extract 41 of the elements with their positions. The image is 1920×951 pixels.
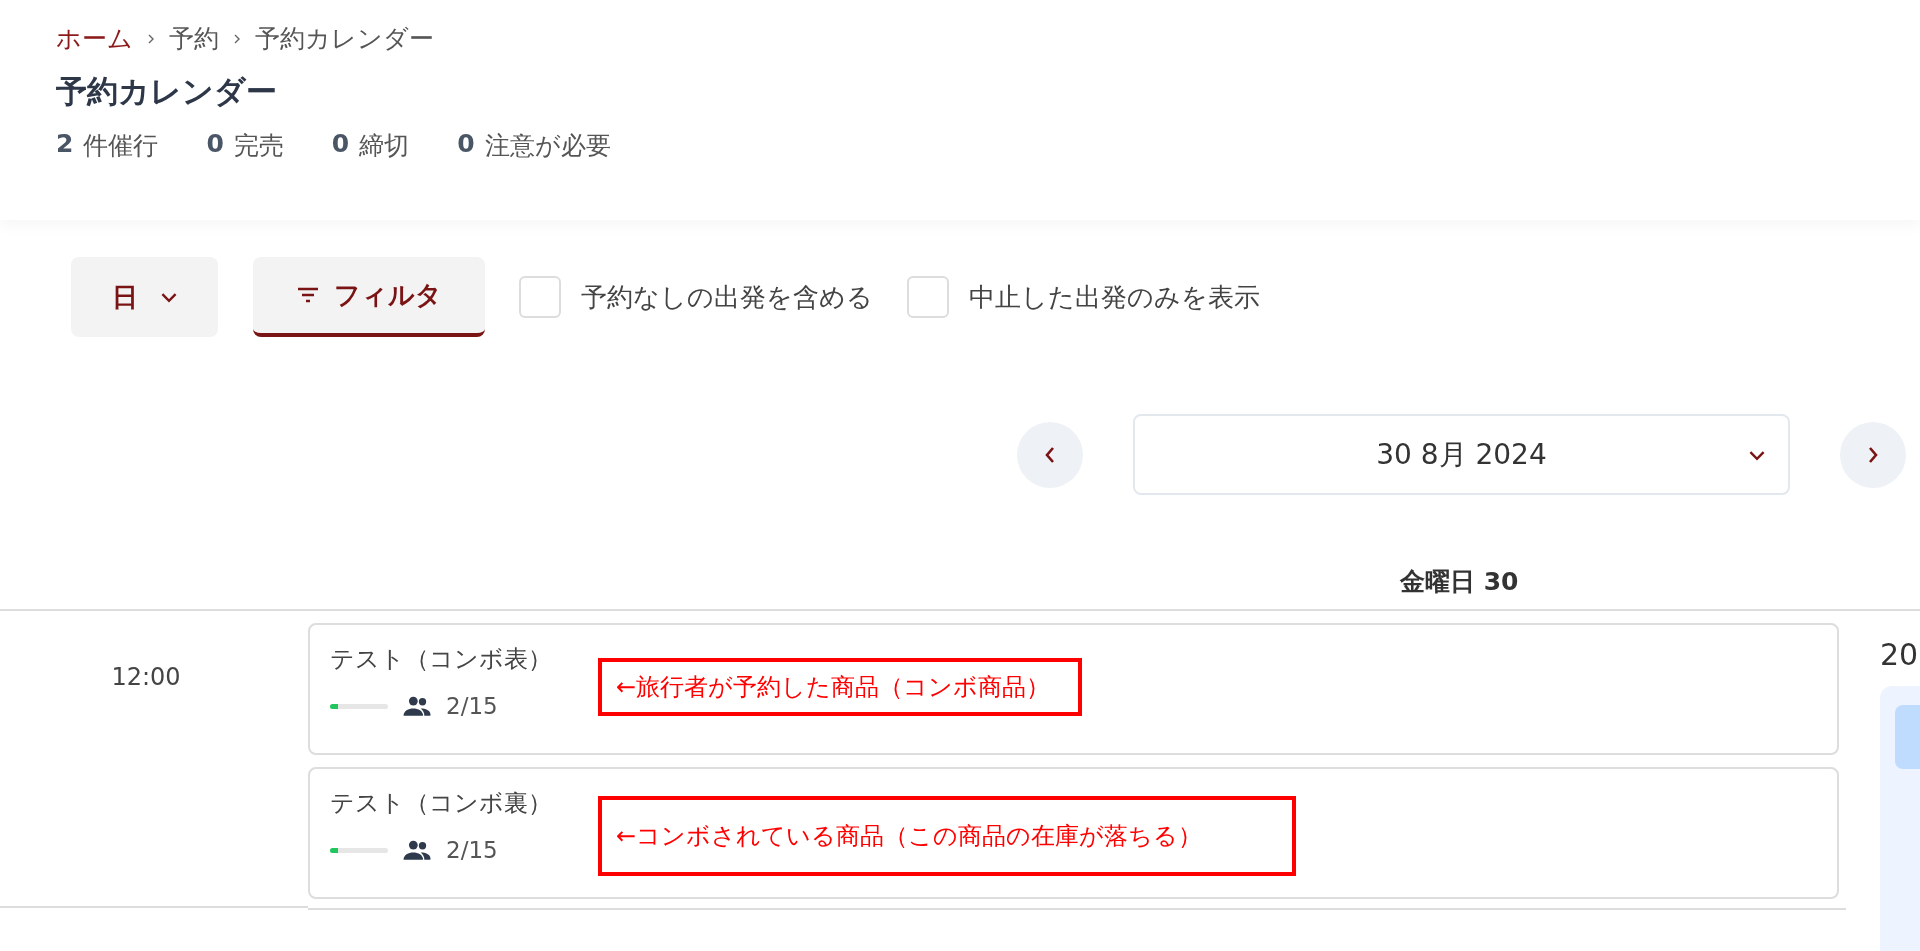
- capacity-text: 2/15: [446, 693, 498, 719]
- chevron-right-icon: [1867, 445, 1879, 464]
- filter-button[interactable]: フィルタ: [253, 257, 485, 337]
- breadcrumb-item: 予約カレンダー: [255, 23, 434, 55]
- event-title: テスト（コンボ裏）: [330, 788, 553, 819]
- stat-value: 0: [331, 129, 350, 160]
- chevron-down-icon: [159, 291, 178, 303]
- view-select[interactable]: 日: [71, 257, 218, 337]
- chevron-icon: [147, 32, 155, 45]
- stat-value: 2: [56, 129, 74, 160]
- annotation-text: ←コンボされている商品（この商品の在庫が落ちる）: [616, 821, 1203, 852]
- checkbox[interactable]: [519, 276, 561, 318]
- stat-value: 0: [457, 129, 475, 160]
- stat-label: 注意が必要: [484, 130, 611, 162]
- breadcrumb-link[interactable]: ホーム: [56, 22, 133, 55]
- chevron-left-icon: [1044, 445, 1056, 464]
- column-date: 20: [1880, 637, 1919, 672]
- people-icon: [402, 695, 432, 717]
- checkbox-label: 予約なしの出発を含める: [581, 280, 873, 314]
- capacity-text: 2/15: [446, 837, 498, 863]
- event-card[interactable]: テスト（コンボ表） 2/15 ←旅行者が予約した商品（コンボ商品）: [308, 623, 1839, 755]
- event-card[interactable]: テスト（コンボ裏） 2/15 ←コンボされている商品（この商品の在庫が落ちる）: [308, 767, 1839, 899]
- people-icon: [402, 839, 432, 861]
- stat-value: 0: [206, 129, 224, 160]
- date-select[interactable]: 30 8月 2024: [1133, 414, 1790, 495]
- capacity-bar: [330, 847, 388, 853]
- stat-label: 件催行: [83, 130, 159, 162]
- day-header: 金曜日 30: [1400, 567, 1519, 596]
- capacity-bar: [330, 703, 388, 709]
- stat-label: 完売: [233, 130, 284, 162]
- event-title: テスト（コンボ表）: [330, 644, 553, 675]
- stat-label: 締切: [359, 130, 410, 162]
- time-label: 12:00: [111, 663, 181, 691]
- filter-icon: [296, 286, 320, 304]
- chevron-down-icon: [1748, 450, 1766, 461]
- page-title: 予約カレンダー: [56, 72, 278, 111]
- checkbox[interactable]: [907, 276, 949, 318]
- chevron-icon: [233, 32, 241, 45]
- checkbox-label: 中止した出発のみを表示: [969, 280, 1260, 314]
- annotation-text: ←旅行者が予約した商品（コンボ商品）: [616, 672, 1051, 703]
- breadcrumb-item: 予約: [169, 23, 219, 55]
